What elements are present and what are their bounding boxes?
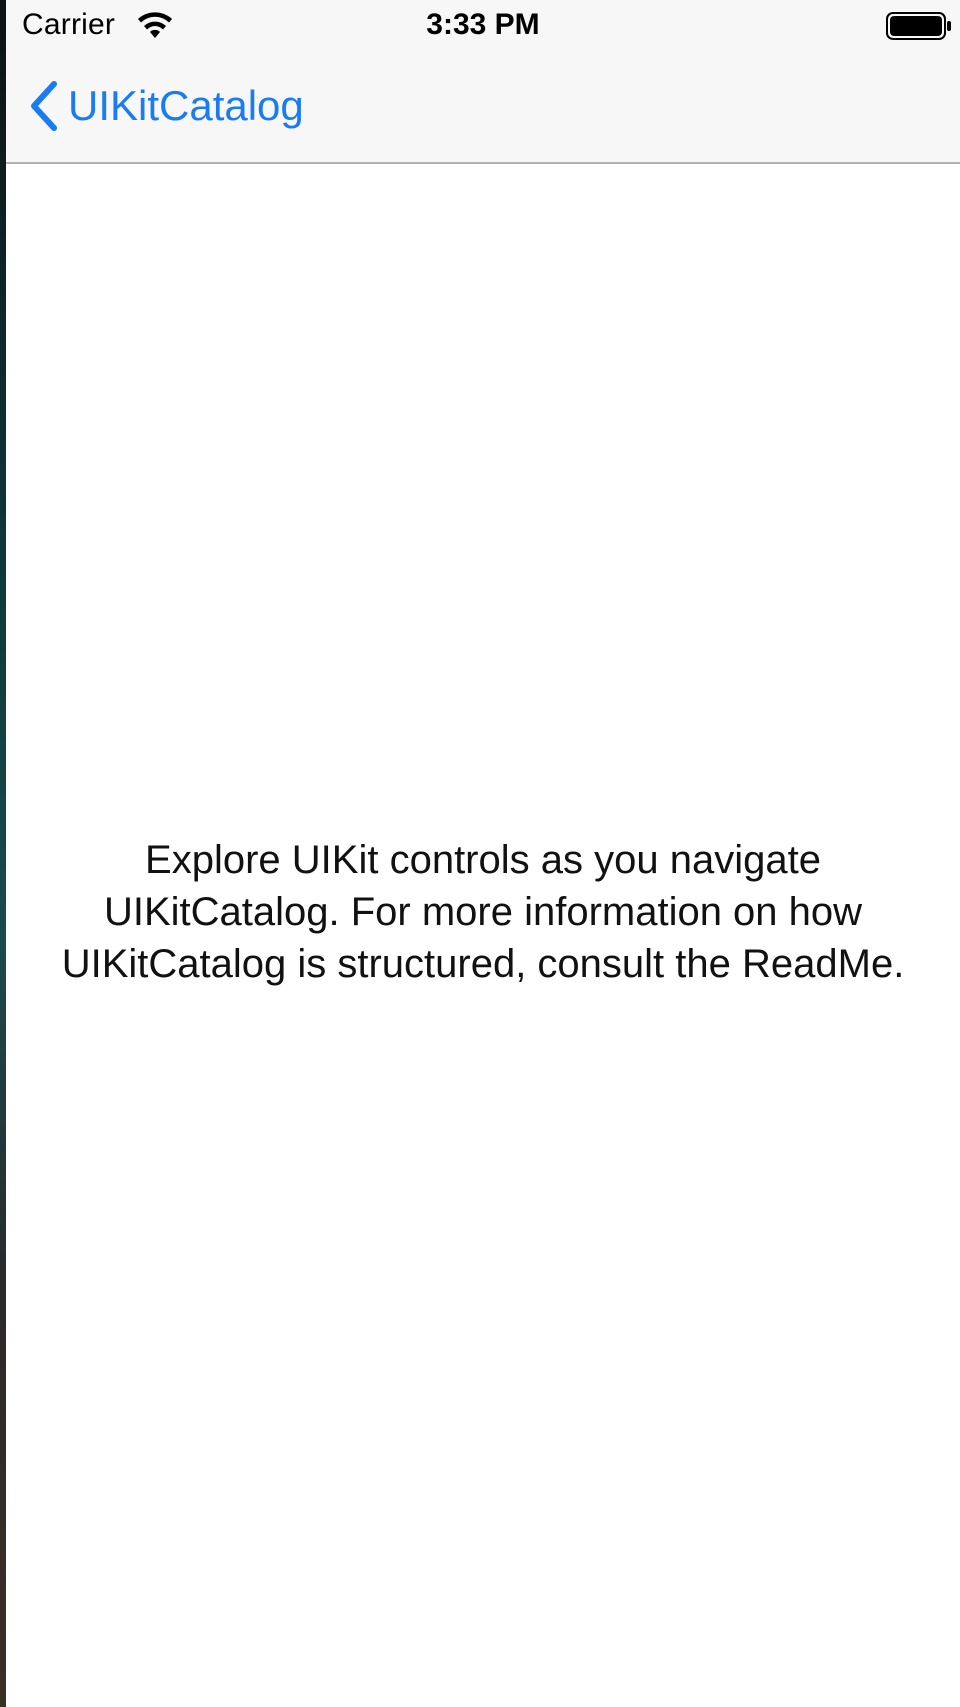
navigation-bar: UIKitCatalog (6, 52, 960, 164)
back-button-label: UIKitCatalog (68, 82, 304, 129)
info-text: Explore UIKit controls as you navigate U… (61, 838, 905, 986)
chevron-left-icon (31, 81, 57, 131)
content-area: Explore UIKit controls as you navigate U… (6, 164, 960, 1707)
battery-full-icon (886, 12, 951, 40)
status-bar: Carrier 3:33 PM (6, 0, 960, 52)
phone-screen: Carrier 3:33 PM UIKitCatalog Explore UIK… (6, 0, 960, 1707)
back-button[interactable]: UIKitCatalog (26, 76, 304, 136)
status-time: 3:33 PM (426, 8, 540, 41)
